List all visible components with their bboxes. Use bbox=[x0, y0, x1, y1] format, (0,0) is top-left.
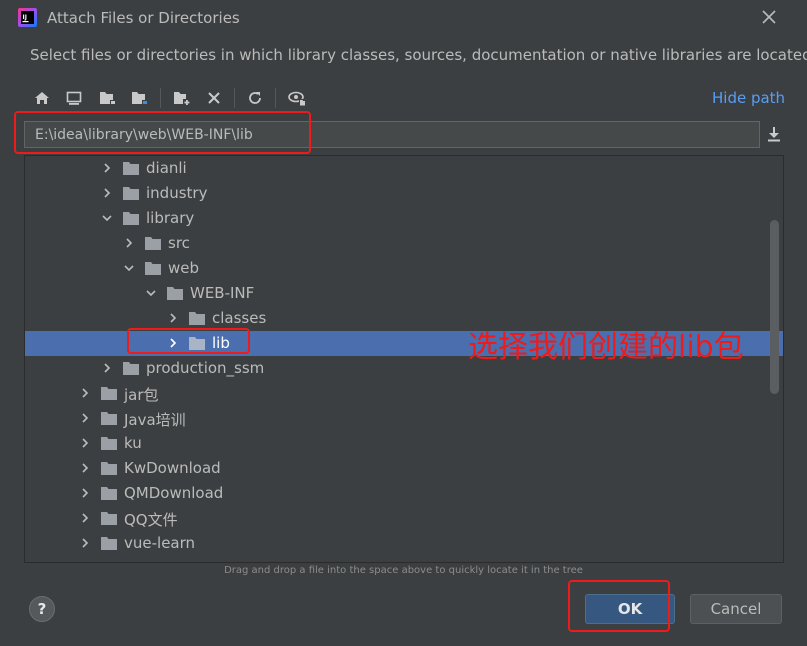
cancel-button[interactable]: Cancel bbox=[690, 594, 782, 624]
chevron-right-icon[interactable] bbox=[78, 386, 92, 400]
download-icon[interactable] bbox=[764, 124, 784, 144]
svg-text:IJ: IJ bbox=[23, 14, 27, 21]
tree-row[interactable]: KwDownload bbox=[25, 456, 783, 481]
tree-row[interactable]: WEB-INF bbox=[25, 281, 783, 306]
tree-row[interactable]: QQ文件 bbox=[25, 506, 783, 531]
toolbar-separator bbox=[234, 88, 235, 108]
toolbar-separator bbox=[160, 88, 161, 108]
drag-drop-hint: Drag and drop a file into the space abov… bbox=[224, 565, 583, 576]
tree-row[interactable]: jar包 bbox=[25, 381, 783, 406]
tree-item-label: library bbox=[146, 209, 195, 227]
chevron-right-icon[interactable] bbox=[166, 336, 180, 350]
close-icon[interactable] bbox=[758, 6, 780, 28]
tree-scrollbar[interactable] bbox=[770, 220, 779, 394]
intellij-idea-icon: IJ bbox=[18, 8, 37, 27]
folder-icon bbox=[101, 487, 117, 500]
tree-item-label: dianli bbox=[146, 159, 187, 177]
chevron-down-icon[interactable] bbox=[144, 286, 158, 300]
tree-row[interactable]: web bbox=[25, 256, 783, 281]
tree-row[interactable]: vue-learn bbox=[25, 531, 783, 556]
tree-item-label: QMDownload bbox=[124, 484, 224, 502]
chevron-right-icon[interactable] bbox=[100, 361, 114, 375]
project-directory-icon[interactable] bbox=[96, 86, 120, 110]
folder-icon bbox=[123, 362, 139, 375]
tree-item-label: src bbox=[168, 234, 190, 252]
chevron-right-icon[interactable] bbox=[78, 486, 92, 500]
tree-item-label: vue-learn bbox=[124, 534, 196, 552]
show-hidden-files-icon[interactable] bbox=[285, 86, 309, 110]
path-input[interactable] bbox=[25, 122, 759, 147]
toolbar-separator bbox=[275, 88, 276, 108]
tree-row[interactable]: Java培训 bbox=[25, 406, 783, 431]
home-directory-icon[interactable] bbox=[30, 86, 54, 110]
tree-row[interactable]: library bbox=[25, 206, 783, 231]
chevron-right-icon[interactable] bbox=[100, 186, 114, 200]
chevron-down-icon[interactable] bbox=[100, 211, 114, 225]
tree-row[interactable]: src bbox=[25, 231, 783, 256]
folder-icon bbox=[123, 212, 139, 225]
chevron-right-icon[interactable] bbox=[78, 536, 92, 550]
folder-icon bbox=[101, 387, 117, 400]
refresh-icon[interactable] bbox=[243, 86, 267, 110]
tree-item-label: jar包 bbox=[124, 386, 159, 404]
dialog-title: Attach Files or Directories bbox=[47, 9, 240, 27]
tree-item-label: Java培训 bbox=[124, 411, 186, 429]
tree-item-label: web bbox=[168, 259, 200, 277]
attach-files-dialog: IJ Attach Files or Directories Select fi… bbox=[0, 0, 807, 646]
chevron-down-icon[interactable] bbox=[122, 261, 136, 275]
folder-icon bbox=[101, 437, 117, 450]
folder-icon bbox=[189, 337, 205, 350]
chevron-right-icon[interactable] bbox=[78, 436, 92, 450]
hide-path-link[interactable]: Hide path bbox=[712, 89, 785, 107]
tree-item-label: classes bbox=[212, 309, 267, 327]
module-directory-icon[interactable] bbox=[128, 86, 152, 110]
tree-row[interactable]: dianli bbox=[25, 156, 783, 181]
folder-icon bbox=[101, 412, 117, 425]
chevron-right-icon[interactable] bbox=[166, 311, 180, 325]
tree-row[interactable]: industry bbox=[25, 181, 783, 206]
chevron-right-icon[interactable] bbox=[78, 511, 92, 525]
tree-item-label: production_ssm bbox=[146, 359, 265, 377]
tree-item-label: lib bbox=[212, 334, 230, 352]
dialog-description: Select files or directories in which lib… bbox=[30, 46, 807, 64]
chevron-right-icon[interactable] bbox=[78, 461, 92, 475]
tree-item-label: WEB-INF bbox=[190, 284, 255, 302]
folder-icon bbox=[101, 512, 117, 525]
tree-item-label: QQ文件 bbox=[124, 511, 178, 529]
desktop-icon[interactable] bbox=[62, 86, 86, 110]
folder-icon bbox=[123, 187, 139, 200]
folder-icon bbox=[101, 462, 117, 475]
folder-icon bbox=[123, 162, 139, 175]
tree-row[interactable]: ku bbox=[25, 431, 783, 456]
ok-button[interactable]: OK bbox=[585, 594, 675, 624]
tree-item-label: KwDownload bbox=[124, 459, 221, 477]
delete-icon[interactable] bbox=[202, 86, 226, 110]
title-bar: IJ Attach Files or Directories bbox=[0, 0, 807, 36]
folder-icon bbox=[145, 262, 161, 275]
folder-icon bbox=[145, 237, 161, 250]
tree-row[interactable]: QMDownload bbox=[25, 481, 783, 506]
help-button[interactable]: ? bbox=[29, 596, 55, 622]
chevron-right-icon[interactable] bbox=[78, 411, 92, 425]
chevron-right-icon[interactable] bbox=[122, 236, 136, 250]
annotation-text: 选择我们创建的lib包 bbox=[468, 330, 744, 365]
tree-item-label: ku bbox=[124, 434, 142, 452]
path-field-container bbox=[24, 121, 760, 148]
folder-icon bbox=[189, 312, 205, 325]
new-folder-icon[interactable] bbox=[170, 86, 194, 110]
tree-item-label: industry bbox=[146, 184, 208, 202]
folder-icon bbox=[101, 537, 117, 550]
folder-icon bbox=[167, 287, 183, 300]
chevron-right-icon[interactable] bbox=[100, 161, 114, 175]
